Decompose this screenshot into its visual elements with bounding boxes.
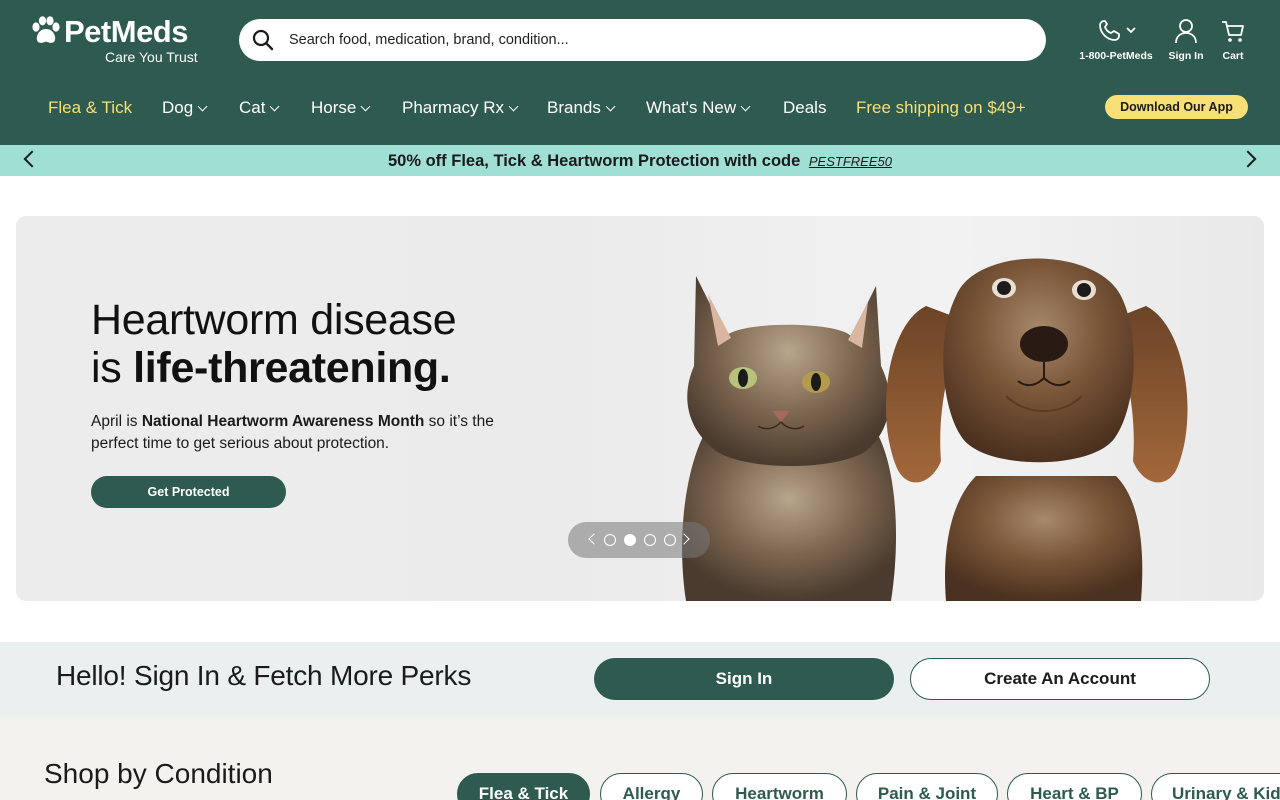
shop-heading: Shop by Condition: [44, 758, 273, 789]
carousel-dot-1[interactable]: [604, 534, 616, 546]
hero-headline-prefix: is: [91, 344, 122, 392]
signin-perks-bar: Hello! Sign In & Fetch More Perks Sign I…: [0, 642, 1280, 716]
nav-flea-tick[interactable]: Flea & Tick: [48, 96, 132, 120]
shop-by-condition: Shop by Condition Flea & Tick Allergy He…: [0, 716, 1280, 800]
petmeds-logo[interactable]: PetMeds Care You Trust: [30, 14, 210, 68]
chevron-down-icon: [197, 101, 208, 111]
main-nav: Flea & Tick Dog Cat Horse Pharmacy Rx Br…: [0, 88, 1280, 128]
hero-headline: Heartworm disease is life-threatening.: [91, 296, 457, 392]
hero-sub-bold: National Heartworm Awareness Month: [141, 413, 425, 430]
chip-flea-tick[interactable]: Flea & Tick: [457, 773, 590, 800]
get-protected-button[interactable]: Get Protected: [91, 476, 286, 508]
create-account-button[interactable]: Create An Account: [910, 658, 1210, 700]
search-input[interactable]: [289, 19, 1029, 61]
phone-icon: [1099, 20, 1136, 41]
chevron-down-icon: [605, 101, 616, 111]
promo-banner: 50% off Flea, Tick & Heartworm Protectio…: [0, 145, 1280, 176]
nav-whats-new[interactable]: What's New: [646, 96, 751, 120]
nav-horse[interactable]: Horse: [311, 96, 371, 120]
user-icon: [1175, 19, 1197, 44]
download-app-button[interactable]: Download Our App: [1105, 95, 1248, 119]
chevron-down-icon: [740, 101, 751, 111]
nav-label: Dog: [162, 98, 194, 117]
nav-label: Brands: [547, 98, 601, 117]
nav-deals[interactable]: Deals: [783, 96, 826, 120]
chip-heartworm[interactable]: Heartworm: [712, 773, 847, 800]
nav-free-shipping[interactable]: Free shipping on $49+: [856, 96, 1026, 120]
hero-headline-line1: Heartworm disease: [91, 296, 457, 344]
nav-pharmacy-rx[interactable]: Pharmacy Rx: [402, 96, 519, 120]
chip-urinary-kidney[interactable]: Urinary & Kidney: [1151, 773, 1280, 800]
hero-sub-prefix: April is: [91, 413, 138, 430]
site-header: PetMeds Care You Trust 1-800-PetMeds Sig…: [0, 0, 1280, 145]
nav-label: Horse: [311, 98, 357, 117]
hero-carousel-controls: [568, 522, 710, 558]
phone-link[interactable]: 1-800-PetMeds: [1074, 18, 1158, 66]
chevron-right-icon[interactable]: [678, 533, 690, 545]
signin-label: Sign In: [1168, 50, 1204, 62]
search-icon[interactable]: [251, 28, 275, 52]
chevron-left-icon[interactable]: [588, 533, 600, 545]
perks-heading: Hello! Sign In & Fetch More Perks: [56, 660, 472, 691]
brand-tagline: Care You Trust: [105, 49, 198, 65]
nav-label: Pharmacy Rx: [402, 98, 505, 117]
cart-link[interactable]: Cart: [1215, 18, 1251, 66]
paw-logo-icon: [32, 16, 60, 43]
chip-pain-joint[interactable]: Pain & Joint: [856, 773, 998, 800]
sign-in-button[interactable]: Sign In: [594, 658, 894, 700]
hero-subtext: April is National Heartworm Awareness Mo…: [91, 411, 511, 455]
promo-text: 50% off Flea, Tick & Heartworm Protectio…: [388, 152, 801, 170]
nav-label: Free shipping on $49+: [856, 98, 1026, 117]
cart-icon: [1222, 21, 1244, 42]
nav-cat[interactable]: Cat: [239, 96, 280, 120]
promo-code[interactable]: PESTFREE50: [809, 154, 892, 169]
nav-label: Cat: [239, 98, 266, 117]
header-signin-link[interactable]: Sign In: [1165, 18, 1207, 66]
chevron-down-icon: [360, 101, 371, 111]
search-bar: [239, 19, 1046, 61]
brand-name: PetMeds: [64, 14, 188, 49]
chip-allergy[interactable]: Allergy: [600, 773, 703, 800]
phone-label: 1-800-PetMeds: [1079, 50, 1153, 62]
nav-dog[interactable]: Dog: [162, 96, 208, 120]
chevron-down-icon: [508, 101, 519, 111]
nav-label: Deals: [783, 98, 827, 117]
hero-banner: Heartworm disease is life-threatening. A…: [16, 216, 1264, 601]
promo-message: 50% off Flea, Tick & Heartworm Protectio…: [0, 152, 1280, 171]
cart-label: Cart: [1222, 50, 1244, 62]
nav-label: Flea & Tick: [48, 98, 133, 117]
carousel-dot-3[interactable]: [644, 534, 656, 546]
nav-brands[interactable]: Brands: [547, 96, 616, 120]
carousel-dot-2[interactable]: [624, 534, 636, 546]
chevron-down-icon: [270, 101, 280, 111]
hero-headline-bold: life-threatening.: [133, 344, 451, 392]
carousel-dot-4[interactable]: [664, 534, 676, 546]
nav-label: What's New: [646, 98, 737, 117]
chip-heart-bp[interactable]: Heart & BP: [1007, 773, 1142, 800]
